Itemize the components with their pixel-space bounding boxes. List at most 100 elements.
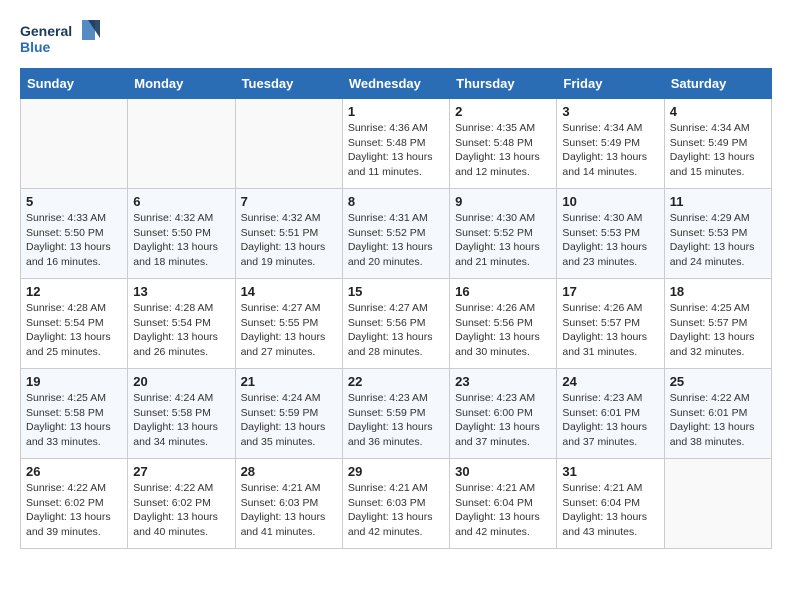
weekday-header-sunday: Sunday	[21, 69, 128, 99]
weekday-header-wednesday: Wednesday	[342, 69, 449, 99]
day-number: 8	[348, 194, 444, 209]
day-number: 2	[455, 104, 551, 119]
calendar-week-row: 5 Sunrise: 4:33 AM Sunset: 5:50 PM Daylig…	[21, 189, 772, 279]
day-info: Sunrise: 4:23 AM Sunset: 6:01 PM Dayligh…	[562, 391, 658, 450]
calendar-cell: 9 Sunrise: 4:30 AM Sunset: 5:52 PM Daylig…	[450, 189, 557, 279]
day-info: Sunrise: 4:26 AM Sunset: 5:57 PM Dayligh…	[562, 301, 658, 360]
day-number: 23	[455, 374, 551, 389]
calendar-cell: 3Sunrise: 4:34 AM Sunset: 5:49 PM Daylig…	[557, 99, 664, 189]
calendar-cell: 25 Sunrise: 4:22 AM Sunset: 6:01 PM Dayli…	[664, 369, 771, 459]
calendar-cell	[21, 99, 128, 189]
day-info: Sunrise: 4:21 AM Sunset: 6:03 PM Dayligh…	[348, 481, 444, 540]
day-info: Sunrise: 4:21 AM Sunset: 6:04 PM Dayligh…	[455, 481, 551, 540]
calendar-cell: 30 Sunrise: 4:21 AM Sunset: 6:04 PM Dayli…	[450, 459, 557, 549]
day-info: Sunrise: 4:22 AM Sunset: 6:01 PM Dayligh…	[670, 391, 766, 450]
calendar-week-row: 26 Sunrise: 4:22 AM Sunset: 6:02 PM Dayli…	[21, 459, 772, 549]
calendar-cell: 18 Sunrise: 4:25 AM Sunset: 5:57 PM Dayli…	[664, 279, 771, 369]
day-number: 22	[348, 374, 444, 389]
calendar-cell	[235, 99, 342, 189]
calendar-cell: 24 Sunrise: 4:23 AM Sunset: 6:01 PM Dayli…	[557, 369, 664, 459]
calendar-cell: 22 Sunrise: 4:23 AM Sunset: 5:59 PM Dayli…	[342, 369, 449, 459]
day-number: 20	[133, 374, 229, 389]
calendar-cell: 13 Sunrise: 4:28 AM Sunset: 5:54 PM Dayli…	[128, 279, 235, 369]
calendar-cell: 17Sunrise: 4:26 AM Sunset: 5:57 PM Dayli…	[557, 279, 664, 369]
day-number: 7	[241, 194, 337, 209]
day-info: Sunrise: 4:32 AM Sunset: 5:51 PM Dayligh…	[241, 211, 337, 270]
page-header: General Blue	[20, 20, 772, 60]
day-number: 27	[133, 464, 229, 479]
day-info: Sunrise: 4:23 AM Sunset: 5:59 PM Dayligh…	[348, 391, 444, 450]
day-number: 18	[670, 284, 766, 299]
day-number: 14	[241, 284, 337, 299]
day-info: Sunrise: 4:32 AM Sunset: 5:50 PM Dayligh…	[133, 211, 229, 270]
calendar-cell	[128, 99, 235, 189]
calendar-cell: 1Sunrise: 4:36 AM Sunset: 5:48 PM Daylig…	[342, 99, 449, 189]
day-info: Sunrise: 4:34 AM Sunset: 5:49 PM Dayligh…	[562, 121, 658, 180]
calendar-cell: 11Sunrise: 4:29 AM Sunset: 5:53 PM Dayli…	[664, 189, 771, 279]
day-number: 1	[348, 104, 444, 119]
weekday-header-saturday: Saturday	[664, 69, 771, 99]
day-info: Sunrise: 4:28 AM Sunset: 5:54 PM Dayligh…	[26, 301, 122, 360]
day-info: Sunrise: 4:25 AM Sunset: 5:57 PM Dayligh…	[670, 301, 766, 360]
day-number: 16	[455, 284, 551, 299]
calendar-cell	[664, 459, 771, 549]
calendar-week-row: 19Sunrise: 4:25 AM Sunset: 5:58 PM Dayli…	[21, 369, 772, 459]
calendar-cell: 5 Sunrise: 4:33 AM Sunset: 5:50 PM Daylig…	[21, 189, 128, 279]
day-info: Sunrise: 4:30 AM Sunset: 5:52 PM Dayligh…	[455, 211, 551, 270]
calendar-header-row: SundayMondayTuesdayWednesdayThursdayFrid…	[21, 69, 772, 99]
day-info: Sunrise: 4:21 AM Sunset: 6:04 PM Dayligh…	[562, 481, 658, 540]
day-info: Sunrise: 4:34 AM Sunset: 5:49 PM Dayligh…	[670, 121, 766, 180]
day-number: 5	[26, 194, 122, 209]
calendar-cell: 16 Sunrise: 4:26 AM Sunset: 5:56 PM Dayli…	[450, 279, 557, 369]
day-number: 28	[241, 464, 337, 479]
calendar-week-row: 12 Sunrise: 4:28 AM Sunset: 5:54 PM Dayli…	[21, 279, 772, 369]
day-info: Sunrise: 4:26 AM Sunset: 5:56 PM Dayligh…	[455, 301, 551, 360]
day-number: 12	[26, 284, 122, 299]
calendar-cell: 10 Sunrise: 4:30 AM Sunset: 5:53 PM Dayli…	[557, 189, 664, 279]
calendar-table: SundayMondayTuesdayWednesdayThursdayFrid…	[20, 68, 772, 549]
day-info: Sunrise: 4:23 AM Sunset: 6:00 PM Dayligh…	[455, 391, 551, 450]
day-number: 25	[670, 374, 766, 389]
calendar-cell: 23 Sunrise: 4:23 AM Sunset: 6:00 PM Dayli…	[450, 369, 557, 459]
calendar-cell: 15 Sunrise: 4:27 AM Sunset: 5:56 PM Dayli…	[342, 279, 449, 369]
calendar-cell: 12 Sunrise: 4:28 AM Sunset: 5:54 PM Dayli…	[21, 279, 128, 369]
day-number: 31	[562, 464, 658, 479]
day-number: 4	[670, 104, 766, 119]
weekday-header-monday: Monday	[128, 69, 235, 99]
general-blue-logo: General Blue	[20, 20, 100, 60]
day-number: 11	[670, 194, 766, 209]
day-info: Sunrise: 4:27 AM Sunset: 5:56 PM Dayligh…	[348, 301, 444, 360]
day-info: Sunrise: 4:24 AM Sunset: 5:59 PM Dayligh…	[241, 391, 337, 450]
day-number: 24	[562, 374, 658, 389]
day-number: 10	[562, 194, 658, 209]
day-number: 15	[348, 284, 444, 299]
day-info: Sunrise: 4:28 AM Sunset: 5:54 PM Dayligh…	[133, 301, 229, 360]
day-number: 21	[241, 374, 337, 389]
day-info: Sunrise: 4:33 AM Sunset: 5:50 PM Dayligh…	[26, 211, 122, 270]
weekday-header-tuesday: Tuesday	[235, 69, 342, 99]
day-number: 9	[455, 194, 551, 209]
day-info: Sunrise: 4:24 AM Sunset: 5:58 PM Dayligh…	[133, 391, 229, 450]
calendar-cell: 8 Sunrise: 4:31 AM Sunset: 5:52 PM Daylig…	[342, 189, 449, 279]
calendar-cell: 21 Sunrise: 4:24 AM Sunset: 5:59 PM Dayli…	[235, 369, 342, 459]
day-number: 26	[26, 464, 122, 479]
day-info: Sunrise: 4:30 AM Sunset: 5:53 PM Dayligh…	[562, 211, 658, 270]
weekday-header-friday: Friday	[557, 69, 664, 99]
calendar-week-row: 1Sunrise: 4:36 AM Sunset: 5:48 PM Daylig…	[21, 99, 772, 189]
calendar-cell: 26 Sunrise: 4:22 AM Sunset: 6:02 PM Dayli…	[21, 459, 128, 549]
calendar-cell: 28 Sunrise: 4:21 AM Sunset: 6:03 PM Dayli…	[235, 459, 342, 549]
day-info: Sunrise: 4:35 AM Sunset: 5:48 PM Dayligh…	[455, 121, 551, 180]
calendar-cell: 27Sunrise: 4:22 AM Sunset: 6:02 PM Dayli…	[128, 459, 235, 549]
day-number: 6	[133, 194, 229, 209]
calendar-cell: 20 Sunrise: 4:24 AM Sunset: 5:58 PM Dayli…	[128, 369, 235, 459]
calendar-cell: 2 Sunrise: 4:35 AM Sunset: 5:48 PM Daylig…	[450, 99, 557, 189]
day-info: Sunrise: 4:31 AM Sunset: 5:52 PM Dayligh…	[348, 211, 444, 270]
day-info: Sunrise: 4:22 AM Sunset: 6:02 PM Dayligh…	[26, 481, 122, 540]
day-number: 13	[133, 284, 229, 299]
day-info: Sunrise: 4:27 AM Sunset: 5:55 PM Dayligh…	[241, 301, 337, 360]
day-number: 19	[26, 374, 122, 389]
day-number: 30	[455, 464, 551, 479]
calendar-cell: 29Sunrise: 4:21 AM Sunset: 6:03 PM Dayli…	[342, 459, 449, 549]
day-info: Sunrise: 4:21 AM Sunset: 6:03 PM Dayligh…	[241, 481, 337, 540]
calendar-cell: 14 Sunrise: 4:27 AM Sunset: 5:55 PM Dayli…	[235, 279, 342, 369]
